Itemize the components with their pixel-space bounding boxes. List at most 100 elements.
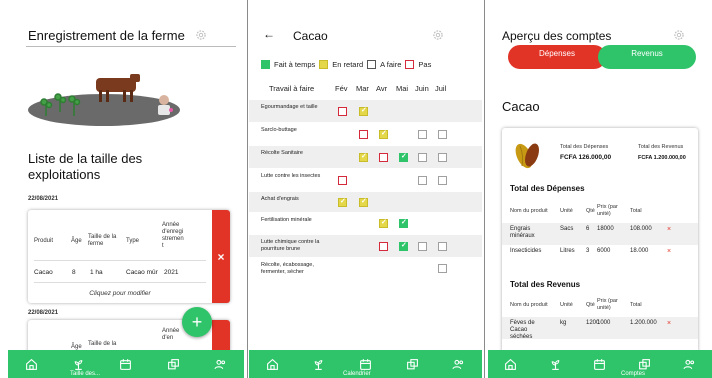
home-icon[interactable]	[266, 358, 279, 371]
page-title: Cacao	[293, 29, 328, 43]
account-summary-card: Total des Dépenses FCFA 126.000,00 Total…	[502, 128, 698, 353]
task-label: Achat d'engrais	[261, 196, 299, 202]
screen-divider	[247, 0, 248, 378]
revenue-button[interactable]: Revenus	[598, 45, 696, 69]
task-checkbox-todo[interactable]	[438, 130, 447, 139]
task-row: Achat d'engrais ✓ ✓	[249, 192, 482, 212]
task-checkbox-late[interactable]: ✓	[359, 153, 368, 162]
task-checkbox-miss[interactable]	[359, 130, 368, 139]
coins-icon[interactable]	[406, 358, 419, 371]
modify-link[interactable]: Cliquez pour modifier	[28, 290, 212, 297]
task-checkbox-miss[interactable]	[338, 176, 347, 185]
header-unit: Unité	[560, 208, 573, 214]
legend-label: Pas	[418, 60, 432, 69]
header-price: Prix (par unité)	[597, 204, 618, 217]
task-checkbox-late[interactable]: ✓	[359, 107, 368, 116]
add-button[interactable]: +	[182, 307, 212, 337]
check-icon: ✓	[381, 130, 387, 137]
nav-caption: Taille des...	[70, 371, 101, 377]
total-expenses-amount: FCFA 126.000,00	[560, 154, 612, 161]
coins-icon[interactable]	[638, 358, 651, 371]
plant-icon[interactable]	[72, 358, 85, 371]
task-checkbox-todo[interactable]	[418, 130, 427, 139]
row-divider	[34, 260, 206, 261]
task-checkbox-miss[interactable]	[338, 107, 347, 116]
done-swatch	[261, 60, 270, 69]
cell-total: 18.000	[630, 248, 649, 254]
check-icon: ✓	[381, 219, 387, 226]
plant-icon[interactable]	[312, 358, 325, 371]
home-icon[interactable]	[25, 358, 38, 371]
cocoa-pod-icon	[515, 143, 539, 169]
legend-label: En retard	[332, 60, 364, 69]
check-icon: ✓	[401, 242, 407, 249]
check-icon: ✓	[361, 198, 367, 205]
cell-unit: kg	[560, 320, 567, 326]
value-product: Cacao	[34, 269, 53, 276]
farm-size-card[interactable]: Produit Âge Taille de la ferme Type Anné…	[28, 210, 230, 303]
task-checkbox-done[interactable]: ✓	[399, 219, 408, 228]
task-checkbox-todo[interactable]	[438, 176, 447, 185]
header-size: Taille de la ferme	[88, 234, 117, 247]
home-icon[interactable]	[504, 358, 517, 371]
value-year: 2021	[164, 269, 179, 276]
people-icon[interactable]	[683, 358, 696, 371]
coins-icon[interactable]	[167, 358, 180, 371]
task-row: Lutte chimique contre la pourriture brun…	[249, 235, 482, 257]
task-label: Sarclo-buttage	[261, 127, 297, 133]
task-checkbox-done[interactable]: ✓	[399, 242, 408, 251]
task-checkbox-todo[interactable]	[438, 153, 447, 162]
settings-gear-icon[interactable]	[431, 28, 445, 42]
delete-x-icon[interactable]: ×	[667, 248, 671, 255]
crop-calendar-screen: ← Cacao Fait à temps En retard A faire P…	[249, 0, 482, 378]
delete-x-icon[interactable]: ×	[667, 320, 671, 327]
month-header: Mai	[396, 84, 409, 93]
delete-button[interactable]: ×	[212, 210, 230, 303]
check-icon: ✓	[401, 153, 407, 160]
status-legend: Fait à temps En retard A faire Pas	[261, 60, 431, 69]
header-type: Type	[126, 238, 140, 244]
task-checkbox-late[interactable]: ✓	[379, 219, 388, 228]
total-revenue-caption: Total des Revenus	[638, 144, 684, 150]
settings-gear-icon[interactable]	[194, 28, 208, 42]
delete-x-icon[interactable]: ×	[667, 226, 671, 233]
task-checkbox-todo[interactable]	[418, 153, 427, 162]
header-total: Total	[630, 208, 642, 214]
page-title: Aperçu des comptes	[502, 29, 612, 43]
bottom-navigation: Taille des...	[8, 350, 244, 378]
screen-divider	[484, 0, 485, 378]
calendar-icon[interactable]	[359, 358, 372, 371]
check-icon: ✓	[340, 198, 346, 205]
task-label: Récolte, écabossage, fermenter, sécher	[261, 262, 314, 275]
people-icon[interactable]	[452, 358, 465, 371]
task-checkbox-miss[interactable]	[379, 153, 388, 162]
header-total: Total	[630, 302, 642, 308]
page-title: Enregistrement de la ferme	[28, 28, 185, 43]
task-checkbox-late[interactable]: ✓	[338, 198, 347, 207]
task-checkbox-todo[interactable]	[438, 242, 447, 251]
check-icon: ✓	[361, 153, 367, 160]
delete-x-icon: ×	[217, 249, 225, 264]
task-checkbox-late[interactable]: ✓	[359, 198, 368, 207]
people-icon[interactable]	[214, 358, 227, 371]
month-header: Juin	[415, 84, 429, 93]
value-age: 8	[72, 269, 76, 276]
task-checkbox-todo[interactable]	[418, 176, 427, 185]
back-arrow-icon[interactable]: ←	[263, 27, 275, 41]
calendar-icon[interactable]	[593, 358, 606, 371]
plant-icon[interactable]	[549, 358, 562, 371]
check-icon: ✓	[361, 107, 367, 114]
task-checkbox-todo[interactable]	[438, 264, 447, 273]
settings-gear-icon[interactable]	[672, 28, 686, 42]
month-header: Fév	[335, 84, 348, 93]
bottom-navigation: Calendrier	[249, 350, 482, 378]
calendar-icon[interactable]	[119, 358, 132, 371]
expenses-button[interactable]: Dépenses	[508, 45, 606, 69]
task-checkbox-done[interactable]: ✓	[399, 153, 408, 162]
cell-price: 6000	[597, 248, 611, 254]
task-column-header: Travail à faire	[269, 84, 315, 93]
crop-title: Cacao	[502, 99, 540, 114]
task-checkbox-miss[interactable]	[379, 242, 388, 251]
task-checkbox-late[interactable]: ✓	[379, 130, 388, 139]
task-checkbox-todo[interactable]	[418, 242, 427, 251]
